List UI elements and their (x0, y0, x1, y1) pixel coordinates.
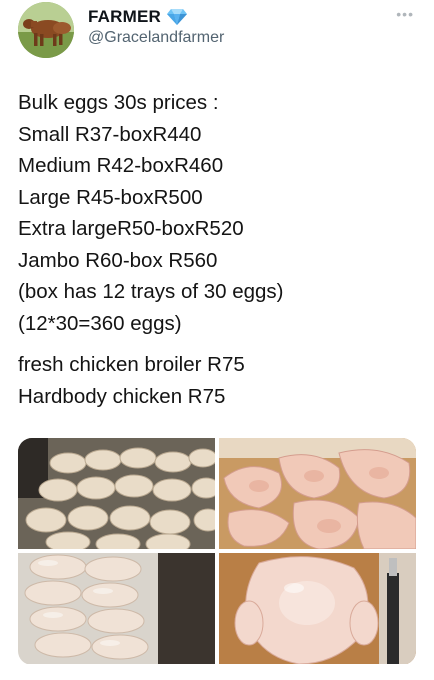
tweet-line: Hardbody chicken R75 (18, 384, 226, 408)
tweet-line: Extra largeR50-boxR520 (18, 217, 244, 240)
tweet: FARMER @Gracelandfarmer ••• Bulk eggs 30… (0, 0, 434, 680)
tweet-line: Small R37-boxR440 (18, 122, 202, 146)
tweet-line: fresh chicken broiler R75 (18, 353, 245, 376)
broilers-on-rack-photo[interactable] (18, 438, 215, 549)
whole-chicken-photo[interactable] (219, 553, 416, 664)
avatar[interactable] (18, 2, 74, 58)
bagged-chickens-photo[interactable] (18, 553, 215, 664)
chicken-pieces-photo[interactable] (219, 438, 416, 549)
tweet-line: Bulk eggs 30s prices : (18, 91, 219, 114)
tweet-line: Jambo R60-box R560 (18, 248, 218, 272)
tweet-line: Large R45-boxR500 (18, 185, 203, 209)
tweet-line: (box has 12 trays of 30 eggs) (18, 280, 284, 303)
author-name-row: FARMER (88, 7, 187, 27)
display-name[interactable]: FARMER (88, 7, 161, 27)
author-handle[interactable]: @Gracelandfarmer (88, 29, 224, 47)
tweet-line: Medium R42-boxR460 (18, 154, 224, 177)
diamond-icon (166, 8, 187, 26)
more-options-icon[interactable]: ••• (396, 6, 414, 22)
tweet-text: Bulk eggs 30s prices : Small R37-boxR440… (18, 87, 418, 412)
media-grid (18, 438, 416, 665)
cow-avatar-icon (18, 2, 74, 58)
tweet-line: (12*30=360 eggs) (18, 311, 182, 335)
